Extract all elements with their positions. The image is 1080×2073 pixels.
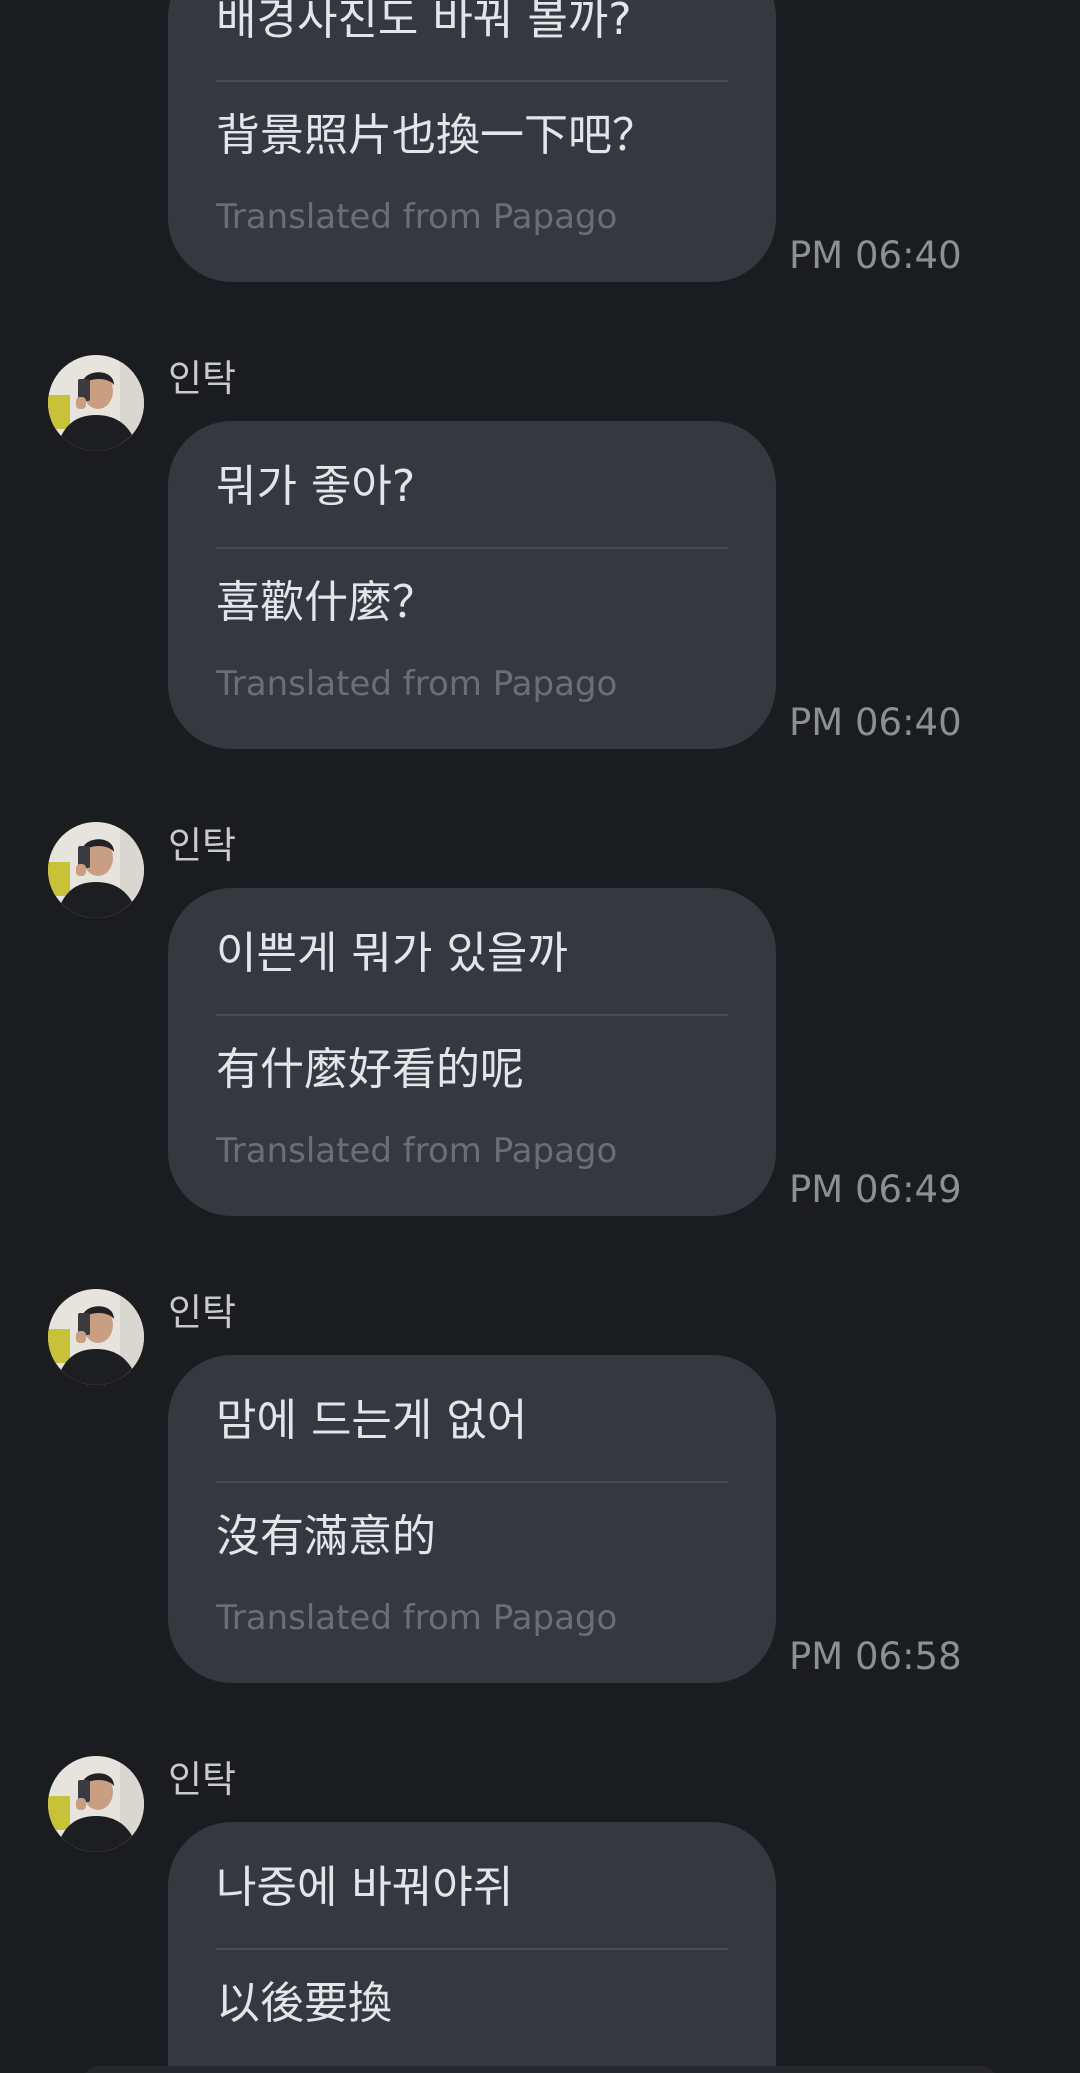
message-timestamp: PM 06:40 xyxy=(789,234,962,277)
translated-text: 喜歡什麼？ xyxy=(216,577,436,628)
translation-source-label: Translated from Papago xyxy=(216,1598,618,1638)
divider xyxy=(216,1481,728,1483)
profile-photo-icon xyxy=(48,1289,144,1385)
original-text: 이쁜게 뭐가 있을까 xyxy=(216,928,568,979)
avatar[interactable] xyxy=(48,355,144,451)
avatar[interactable] xyxy=(48,1289,144,1385)
original-text: 맘에 드는게 없어 xyxy=(216,1395,528,1446)
translation-source-label: Translated from Papago xyxy=(216,1131,618,1171)
divider xyxy=(216,1948,728,1950)
avatar[interactable] xyxy=(48,822,144,918)
profile-photo-icon xyxy=(48,822,144,918)
sender-name: 인탁 xyxy=(168,824,237,867)
divider xyxy=(216,1014,728,1016)
translated-text: 沒有滿意的 xyxy=(216,1511,436,1562)
original-text: 뭐가 좋아? xyxy=(216,461,416,512)
message-bubble[interactable]: 이쁜게 뭐가 있을까 有什麼好看的呢 Translated from Papag… xyxy=(168,888,776,1216)
sender-name: 인탁 xyxy=(168,1291,237,1334)
translated-text: 背景照片也換一下吧？ xyxy=(216,110,656,161)
message-timestamp: PM 06:49 xyxy=(789,1168,962,1211)
message-timestamp: PM 06:40 xyxy=(789,701,962,744)
original-text: 나중에 바꿔야쥐 xyxy=(216,1862,514,1913)
message-bubble[interactable]: 나중에 바꿔야쥐 以後要換 xyxy=(168,1822,776,2073)
sender-name: 인탁 xyxy=(168,357,237,400)
avatar[interactable] xyxy=(48,1756,144,1852)
divider xyxy=(216,547,728,549)
translation-source-label: Translated from Papago xyxy=(216,197,618,237)
message-bubble[interactable]: 뭐가 좋아? 喜歡什麼？ Translated from Papago xyxy=(168,421,776,749)
divider xyxy=(216,80,728,82)
profile-photo-icon xyxy=(48,355,144,451)
input-bar-edge xyxy=(80,2066,1000,2073)
translated-text: 有什麼好看的呢 xyxy=(216,1044,524,1095)
message-bubble[interactable]: 맘에 드는게 없어 沒有滿意的 Translated from Papago xyxy=(168,1355,776,1683)
chat-screen: 배경사진도 바꿔 볼까? 背景照片也換一下吧？ Translated from … xyxy=(0,0,1080,2073)
message-timestamp: PM 06:58 xyxy=(789,1635,962,1678)
message-bubble[interactable]: 배경사진도 바꿔 볼까? 背景照片也換一下吧？ Translated from … xyxy=(168,0,776,282)
original-text: 배경사진도 바꿔 볼까? xyxy=(216,0,632,45)
translation-source-label: Translated from Papago xyxy=(216,664,618,704)
translated-text: 以後要換 xyxy=(216,1978,392,2029)
sender-name: 인탁 xyxy=(168,1758,237,1801)
profile-photo-icon xyxy=(48,1756,144,1852)
